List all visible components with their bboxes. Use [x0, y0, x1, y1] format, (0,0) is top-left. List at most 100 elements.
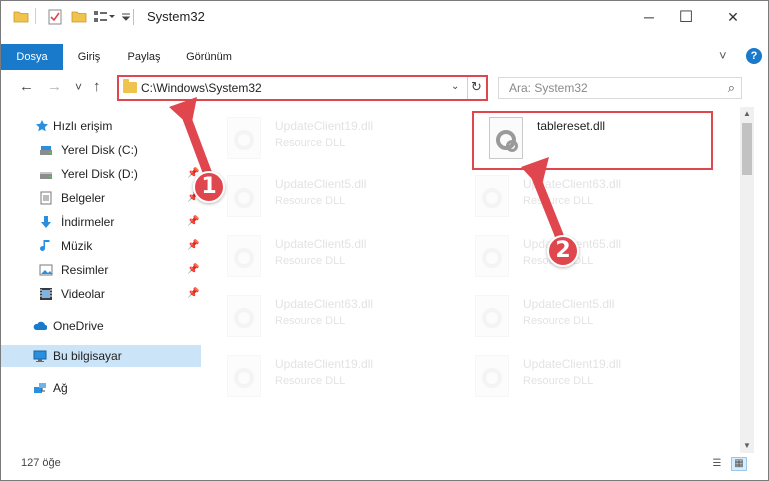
- sidebar-item-network[interactable]: Ağ: [1, 377, 201, 399]
- ribbon-expand-icon[interactable]: ˅: [719, 48, 727, 63]
- search-icon[interactable]: ⌕: [728, 80, 735, 96]
- file-name: UpdateClient5.dll: [275, 177, 367, 191]
- properties-icon[interactable]: [47, 9, 63, 28]
- download-icon: [41, 216, 51, 228]
- pin-icon[interactable]: 📌: [187, 216, 199, 227]
- file-item[interactable]: UpdateClient19.dll Resource DLL: [213, 349, 453, 405]
- pin-icon[interactable]: 📌: [187, 288, 199, 299]
- close-button[interactable]: ✕: [710, 1, 756, 33]
- file-item[interactable]: UpdateClient5.dll Resource DLL: [213, 229, 453, 285]
- address-dropdown-button[interactable]: ⌄: [451, 81, 459, 92]
- file-type: Resource DLL: [275, 375, 346, 387]
- file-item[interactable]: UpdateClient63.dll Resource DLL: [213, 289, 453, 345]
- sidebar-item-videos[interactable]: Videolar 📌: [1, 283, 201, 305]
- file-name: UpdateClient63.dll: [523, 177, 622, 191]
- sidebar-item-local-disk-d[interactable]: Yerel Disk (D:) 📌: [1, 163, 201, 185]
- computer-icon: [33, 350, 47, 362]
- folder-icon: [123, 79, 137, 93]
- dll-file-icon: [227, 175, 261, 217]
- file-item[interactable]: UpdateClient63.dll Resource DLL: [461, 169, 701, 225]
- address-bar[interactable]: C:\Windows\System32 ⌄ ↻: [117, 75, 488, 101]
- navigation-pane: Hızlı erişim Yerel Disk (C:) Yerel Disk …: [1, 111, 201, 441]
- file-name: UpdateClient19.dll: [275, 357, 374, 371]
- sidebar-item-music[interactable]: Müzik 📌: [1, 235, 201, 257]
- file-item[interactable]: UpdateClient19.dll Resource DLL: [461, 349, 701, 405]
- tab-view[interactable]: Görünüm: [179, 44, 239, 70]
- tab-home[interactable]: Giriş: [69, 44, 109, 70]
- dll-file-icon: [227, 355, 261, 397]
- title-bar: System32 ─ ☐ ✕: [1, 1, 768, 33]
- sidebar-item-label: Resimler: [61, 263, 109, 277]
- step-2-callout: 2: [547, 235, 579, 267]
- up-button[interactable]: ↑: [93, 78, 101, 95]
- sidebar-item-onedrive[interactable]: OneDrive: [1, 315, 201, 337]
- file-name: UpdateClient5.dll: [523, 297, 615, 311]
- scroll-up-button[interactable]: ▲: [740, 107, 754, 121]
- file-type: Resource DLL: [275, 255, 346, 267]
- pin-icon[interactable]: 📌: [187, 240, 199, 251]
- file-type: Resource DLL: [275, 315, 346, 327]
- window-title: System32: [147, 9, 205, 24]
- file-type: Resource DLL: [275, 195, 346, 207]
- details-view-button[interactable]: ☰: [709, 457, 725, 471]
- music-icon: [40, 240, 50, 251]
- ribbon-tabs: Dosya Giriş Paylaş Görünüm ˅ ?: [1, 44, 768, 70]
- file-name: UpdateClient63.dll: [275, 297, 374, 311]
- refresh-button[interactable]: ↻: [471, 79, 482, 95]
- dll-file-icon: [475, 295, 509, 337]
- pictures-icon: [39, 264, 53, 276]
- item-count: 127 öğe: [21, 457, 61, 469]
- file-item[interactable]: UpdateClient65.dll Resource DLL: [461, 229, 701, 285]
- sidebar-item-local-disk-c[interactable]: Yerel Disk (C:): [1, 139, 201, 161]
- sidebar-item-label: Yerel Disk (D:): [61, 167, 138, 181]
- sidebar-item-label: Ağ: [53, 381, 68, 395]
- search-input[interactable]: Ara: System32 ⌕: [498, 77, 742, 99]
- drive-icon: [40, 146, 52, 155]
- back-button[interactable]: ←: [19, 78, 34, 95]
- vertical-scrollbar[interactable]: ▲ ▼: [740, 107, 754, 453]
- title-separator: [133, 9, 134, 25]
- tiles-view-button[interactable]: ▦: [731, 457, 747, 471]
- network-icon: [34, 383, 46, 393]
- sidebar-item-downloads[interactable]: İndirmeler 📌: [1, 211, 201, 233]
- file-name: UpdateClient5.dll: [275, 237, 367, 251]
- sidebar-item-pictures[interactable]: Resimler 📌: [1, 259, 201, 281]
- selected-file-highlight: [472, 111, 713, 170]
- file-type: Resource DLL: [275, 137, 346, 149]
- status-bar: 127 öğe ☰ ▦: [1, 453, 768, 475]
- help-button[interactable]: ?: [746, 48, 762, 64]
- drive-icon: [40, 172, 52, 179]
- forward-button[interactable]: →: [47, 78, 62, 95]
- sidebar-item-label: İndirmeler: [61, 215, 115, 229]
- step-1-callout: 1: [193, 171, 225, 203]
- sidebar-item-label: Videolar: [61, 287, 105, 301]
- star-icon: [36, 120, 48, 132]
- sidebar-item-this-pc[interactable]: Bu bilgisayar: [1, 345, 201, 367]
- file-name: UpdateClient19.dll: [275, 119, 374, 133]
- dll-file-icon: [227, 235, 261, 277]
- chevron-down-icon[interactable]: [121, 11, 131, 25]
- scroll-thumb[interactable]: [742, 123, 752, 175]
- sidebar-item-documents[interactable]: Belgeler 📌: [1, 187, 201, 209]
- file-item[interactable]: UpdateClient19.dll Resource DLL: [213, 111, 453, 167]
- sidebar-item-label: Yerel Disk (C:): [61, 143, 138, 157]
- video-icon: [40, 288, 52, 300]
- dll-file-icon: [475, 175, 509, 217]
- explorer-window: System32 ─ ☐ ✕ Dosya Giriş Paylaş Görünü…: [0, 0, 769, 481]
- sidebar-item-label: Belgeler: [61, 191, 106, 205]
- address-path[interactable]: C:\Windows\System32: [141, 81, 262, 95]
- file-item[interactable]: UpdateClient5.dll Resource DLL: [213, 169, 453, 225]
- recent-locations-button[interactable]: ˅: [75, 80, 82, 94]
- scroll-down-button[interactable]: ▼: [740, 439, 754, 453]
- dll-file-icon: [475, 355, 509, 397]
- sidebar-item-label: Bu bilgisayar: [53, 349, 122, 363]
- tab-share[interactable]: Paylaş: [119, 44, 169, 70]
- maximize-button[interactable]: ☐: [663, 1, 709, 33]
- sidebar-item-quick-access[interactable]: Hızlı erişim: [1, 115, 201, 137]
- pin-icon[interactable]: 📌: [187, 264, 199, 275]
- customize-icon[interactable]: [93, 9, 119, 28]
- new-folder-icon[interactable]: [71, 9, 87, 26]
- file-item[interactable]: UpdateClient5.dll Resource DLL: [461, 289, 701, 345]
- sidebar-item-label: Hızlı erişim: [53, 119, 113, 133]
- tab-file[interactable]: Dosya: [1, 44, 63, 70]
